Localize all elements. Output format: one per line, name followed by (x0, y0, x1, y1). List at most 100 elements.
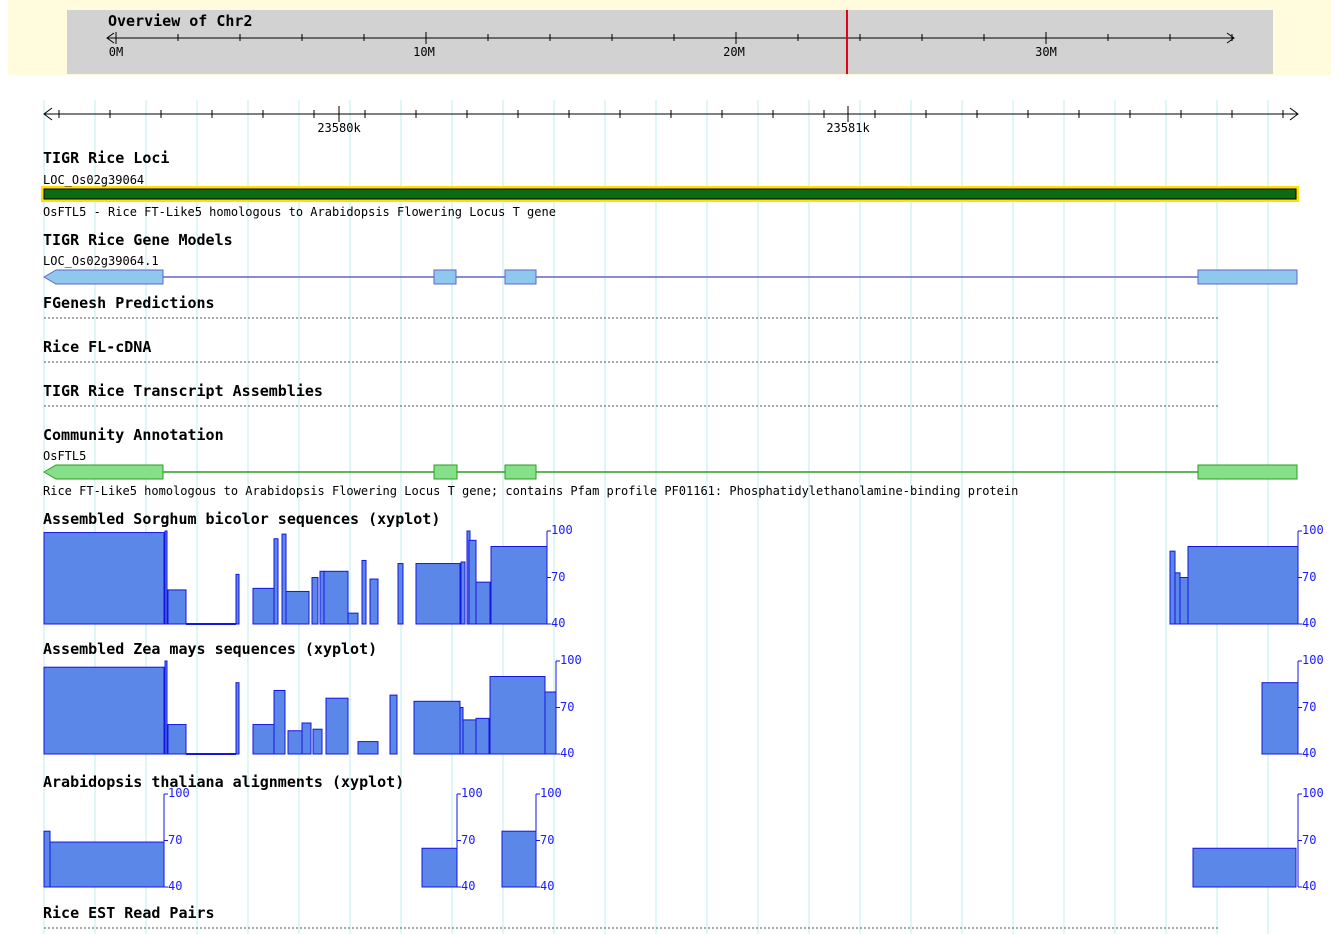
community-exon (1197, 464, 1298, 480)
sorghum-bar (460, 561, 466, 625)
track-title-community-annotation[interactable]: Community Annotation (43, 427, 224, 444)
sorghum-bar (164, 530, 168, 625)
arabidopsis-scale-label: 70 (461, 832, 476, 847)
sorghum-bar (319, 570, 325, 625)
track-title-rice-est[interactable]: Rice EST Read Pairs (43, 905, 215, 922)
sorghum-scale-label: 70 (551, 569, 566, 584)
sorghum-bar (361, 559, 367, 625)
gene-model-name[interactable]: LOC_Os02g39064.1 (43, 254, 159, 268)
community-exon (504, 464, 537, 480)
community-exon (43, 464, 164, 480)
zea-bar (312, 728, 323, 755)
zea-bar (357, 741, 379, 755)
sorghum-bar (43, 532, 165, 625)
sorghum-scale-label: 100 (1302, 523, 1324, 537)
sorghum-bar (167, 589, 187, 625)
ruler-tick-label: 23580k (317, 121, 361, 135)
sorghum-scale-label: 40 (1302, 616, 1317, 630)
zea-bar (489, 676, 546, 755)
zea-bar (389, 694, 398, 755)
arabidopsis-scale-label: 70 (1302, 832, 1317, 847)
zea-bar (544, 691, 557, 755)
sorghum-bar (415, 563, 461, 625)
sorghum-bar (1187, 546, 1299, 625)
ruler-tick-label: 23581k (826, 121, 870, 135)
sorghum-bar (235, 573, 240, 625)
tracks-canvas (41, 10, 1302, 934)
track-title-gene-models[interactable]: TIGR Rice Gene Models (43, 232, 233, 249)
arabidopsis-scale-label: 40 (1302, 879, 1317, 893)
arabidopsis-scale-label: 40 (461, 879, 476, 893)
arabidopsis-scale-label: 40 (540, 879, 555, 893)
zea-bar (475, 717, 490, 755)
sorghum-bar (490, 546, 548, 625)
sorghum-bar (281, 533, 287, 625)
sorghum-bar (397, 563, 404, 625)
track-title-fgenesh[interactable]: FGenesh Predictions (43, 295, 215, 312)
zea-bar (43, 666, 165, 755)
locus-description: OsFTL5 - Rice FT-Like5 homologous to Ara… (43, 205, 556, 219)
track-title-sorghum[interactable]: Assembled Sorghum bicolor sequences (xyp… (43, 511, 440, 528)
community-description: Rice FT-Like5 homologous to Arabidopsis … (43, 484, 1019, 498)
arabidopsis-scale-label: 70 (168, 832, 183, 847)
locus-bar (43, 188, 1297, 200)
sorghum-bar (347, 612, 359, 625)
arabidopsis-bar (43, 830, 51, 888)
sorghum-bar (369, 578, 379, 625)
gene-exon (1197, 269, 1298, 285)
sorghum-scale-label: 70 (1302, 569, 1317, 584)
zea-bar (1261, 682, 1299, 755)
arabidopsis-scale-label: 100 (168, 786, 190, 800)
zea-bar (273, 689, 286, 755)
zea-scale-label: 70 (1302, 699, 1317, 714)
track-title-fl-cdna[interactable]: Rice FL-cDNA (43, 339, 151, 356)
arabidopsis-scale-label: 70 (540, 832, 555, 847)
overview-tick-label: 10M (413, 45, 435, 59)
zea-bar (252, 724, 275, 755)
sorghum-bar (468, 539, 477, 625)
zea-scale-label: 40 (560, 746, 575, 760)
community-exon (433, 464, 458, 480)
sorghum-scale-label: 40 (551, 616, 566, 630)
arabidopsis-bar (421, 847, 458, 888)
zea-bar (164, 660, 168, 755)
locus-name[interactable]: LOC_Os02g39064 (43, 173, 144, 187)
arabidopsis-scale-label: 40 (168, 879, 183, 893)
sorghum-bar (252, 587, 275, 625)
zea-scale-label: 70 (560, 699, 575, 714)
right-edge (1331, 0, 1339, 934)
track-title-arabidopsis[interactable]: Arabidopsis thaliana alignments (xyplot) (43, 774, 404, 791)
zea-bar (325, 697, 349, 755)
arabidopsis-scale-label: 100 (540, 786, 562, 800)
zea-scale-label: 40 (1302, 746, 1317, 760)
sorghum-bar (1174, 572, 1181, 625)
sorghum-bar (1179, 577, 1189, 625)
arabidopsis-scale-label: 100 (1302, 786, 1324, 800)
gene-exon (43, 269, 164, 285)
sorghum-bar (475, 581, 491, 625)
gene-exon (504, 269, 537, 285)
zea-bar (287, 730, 303, 755)
genome-browser-view: Overview of Chr2 0M 10M 20M 30M 23580k 2… (0, 0, 1339, 934)
community-feature-name[interactable]: OsFTL5 (43, 449, 86, 463)
arabidopsis-bar (501, 830, 537, 888)
zea-scale-label: 100 (560, 653, 582, 667)
overview-title: Overview of Chr2 (108, 12, 253, 30)
sorghum-bar (273, 538, 279, 625)
overview-tick-label: 20M (723, 45, 745, 59)
sorghum-bar (285, 590, 310, 625)
track-title-zea-mays[interactable]: Assembled Zea mays sequences (xyplot) (43, 641, 377, 658)
sorghum-bar (323, 570, 349, 625)
gene-exon (433, 269, 457, 285)
track-title-transcript-assemblies[interactable]: TIGR Rice Transcript Assemblies (43, 383, 323, 400)
overview-tick-label: 0M (108, 45, 124, 59)
sorghum-scale-label: 100 (551, 523, 573, 537)
arabidopsis-bar (49, 841, 165, 888)
overview-tick-label: 30M (1035, 45, 1057, 59)
track-title-rice-loci[interactable]: TIGR Rice Loci (43, 150, 169, 167)
zea-bar (462, 719, 477, 755)
zea-bar (301, 722, 312, 755)
zea-bar (167, 724, 187, 755)
sorghum-bar (311, 577, 319, 625)
sorghum-bar (1169, 550, 1176, 625)
